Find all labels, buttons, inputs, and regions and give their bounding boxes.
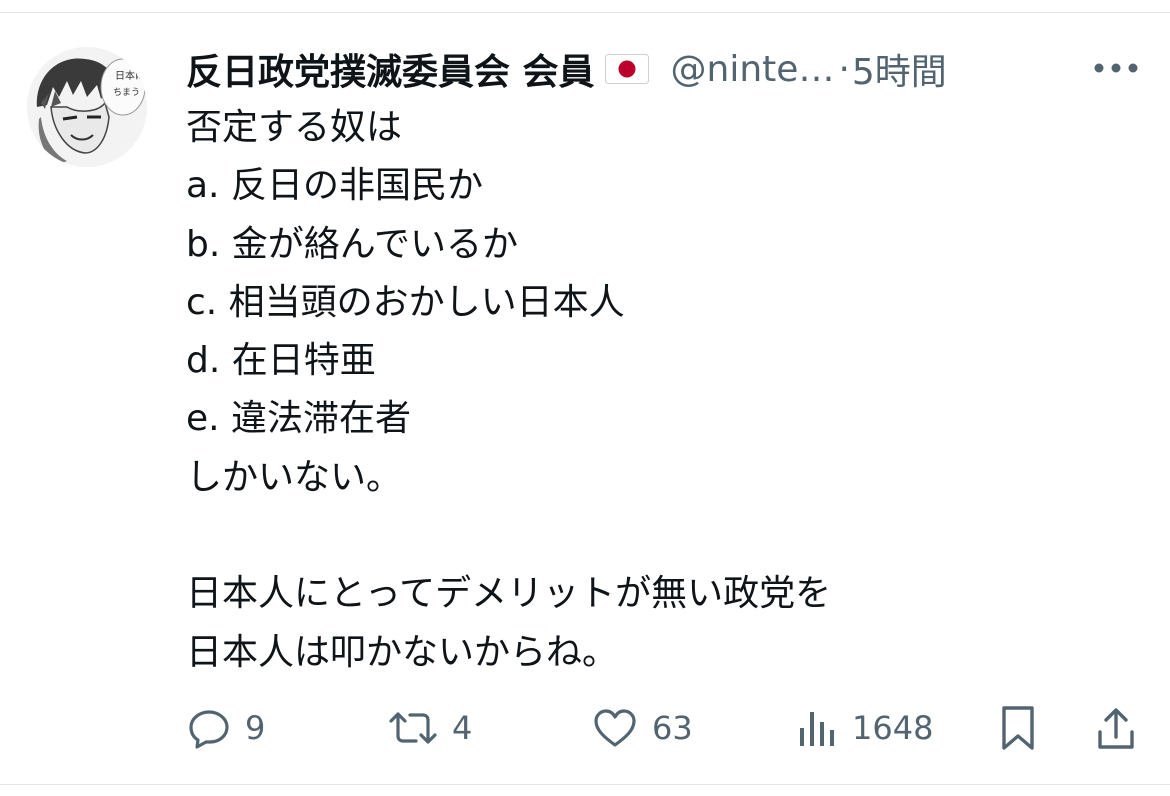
analytics-icon	[796, 706, 838, 750]
tweet-line: 否定する奴は	[186, 107, 403, 148]
top-divider	[0, 0, 1170, 13]
tweet-text: 否定する奴は a. 反日の非国民か b. 金が絡んでいるか c. 相当頭のおかし…	[186, 99, 1126, 682]
share-button[interactable]	[1095, 700, 1137, 756]
action-bar: 9 4 63 1648	[0, 700, 1170, 756]
reply-count: 9	[245, 709, 266, 747]
timestamp[interactable]: 5時間	[852, 43, 947, 95]
share-icon	[1095, 705, 1137, 751]
svg-text:ちまう: ちまう	[113, 87, 140, 98]
tweet-line: e. 違法滞在者	[186, 398, 412, 440]
reply-button[interactable]: 9	[187, 700, 265, 756]
bookmark-icon	[998, 704, 1038, 752]
heart-icon	[592, 706, 638, 750]
retweet-button[interactable]: 4	[388, 700, 472, 756]
avatar[interactable]: 日本に ちまう	[27, 47, 147, 167]
separator-dot: ·	[838, 48, 850, 90]
reply-icon	[187, 706, 231, 750]
tweet-line: d. 在日特亜	[186, 340, 376, 382]
tweet-line: 日本人は叩かないからね。	[186, 631, 619, 673]
avatar-illustration: 日本に ちまう	[27, 47, 147, 167]
user-handle[interactable]: @ninte…	[671, 49, 835, 90]
bookmark-button[interactable]	[998, 700, 1038, 756]
japan-flag-icon	[604, 54, 649, 84]
tweet-line: c. 相当頭のおかしい日本人	[186, 281, 625, 323]
like-button[interactable]: 63	[592, 700, 693, 756]
more-horizontal-icon[interactable]	[1093, 60, 1139, 74]
retweet-icon	[388, 706, 438, 750]
retweet-count: 4	[452, 709, 473, 747]
views-button[interactable]: 1648	[796, 700, 933, 756]
tweet-line: 日本人にとってデメリットが無い政党を	[186, 573, 832, 615]
views-count: 1648	[852, 709, 934, 747]
tweet-line: しかいない。	[186, 456, 403, 498]
like-count: 63	[652, 709, 693, 747]
tweet-header: 反日政党撲滅委員会 会員 @ninte… · 5時間	[186, 44, 1146, 94]
display-name[interactable]: 反日政党撲滅委員会 会員	[186, 43, 595, 95]
avatar-bubble-text: 日本に	[115, 69, 145, 82]
tweet-line: a. 反日の非国民か	[186, 165, 483, 207]
tweet-line: b. 金が絡んでいるか	[186, 223, 518, 265]
bottom-divider	[0, 784, 1170, 796]
